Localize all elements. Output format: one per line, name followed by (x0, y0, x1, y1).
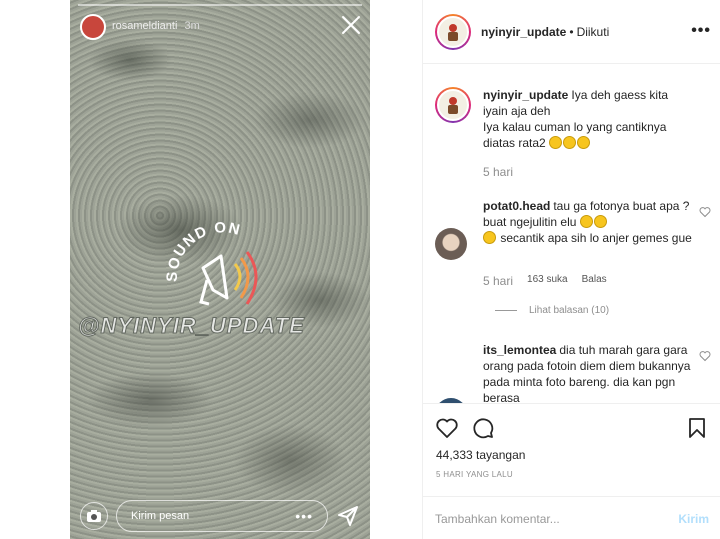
send-icon[interactable] (336, 504, 360, 528)
comment-username[interactable]: potat0.head (483, 199, 550, 213)
comment-likes[interactable]: 163 suka (527, 274, 568, 288)
comment-username[interactable]: nyinyir_update (483, 88, 568, 102)
emoji-icon (563, 136, 577, 149)
profile-picture-icon (448, 24, 458, 41)
reply-button[interactable]: Balas (582, 274, 607, 288)
watermark-text: @NYINYIR_UPDATE (78, 313, 305, 339)
close-icon[interactable] (340, 14, 362, 36)
story-video[interactable]: rosameldianti 3m SOUND ON @NYINYIR_UPDAT… (70, 0, 370, 539)
story-message-input[interactable]: Kirim pesan ••• (116, 500, 328, 532)
story-more-icon[interactable]: ••• (295, 501, 313, 531)
comment-bubble-icon[interactable] (471, 416, 495, 440)
follow-status: Diikuti (576, 25, 610, 39)
avatar[interactable] (435, 14, 471, 50)
sound-on-sticker: SOUND ON (165, 220, 258, 306)
story-username[interactable]: rosameldianti 3m (112, 20, 200, 32)
comment-meta: 5 hari 163 suka Balas (483, 274, 607, 288)
like-heart-icon[interactable] (435, 416, 459, 440)
like-comment-heart-icon[interactable] (699, 350, 711, 362)
comment-meta: 5 hari (483, 165, 513, 179)
camera-icon (87, 510, 101, 522)
avatar[interactable] (435, 87, 471, 123)
story-avatar[interactable] (80, 14, 106, 40)
emoji-icon (593, 215, 607, 228)
comments-list: nyinyir_update Iya deh gaess kita iyain a… (423, 65, 720, 403)
header-username-row[interactable]: nyinyir_update • Diikuti (481, 25, 609, 39)
like-comment-heart-icon[interactable] (699, 206, 711, 218)
more-options-icon[interactable]: ••• (691, 22, 711, 40)
comment-text: nyinyir_update Iya deh gaess kita iyain a… (483, 88, 669, 150)
comment-time[interactable]: 5 hari (483, 165, 513, 179)
emoji-icon (579, 215, 593, 228)
profile-picture-icon (448, 97, 458, 114)
comment-username[interactable]: its_lemontea (483, 343, 556, 357)
post-timestamp: 5 HARI YANG LALU (436, 470, 513, 479)
comment-text: potat0.head tau ga fotonya buat apa ? bua… (483, 199, 692, 245)
comment-time[interactable]: 5 hari (483, 274, 513, 288)
view-replies-button[interactable]: Lihat balasan (10) (495, 305, 609, 316)
emoji-icon (549, 136, 563, 149)
camera-button[interactable] (80, 502, 108, 530)
post-actions: 44,333 tayangan 5 HARI YANG LALU Tambahk… (423, 403, 720, 539)
story-progress-bar (78, 4, 362, 6)
add-comment-bar: Tambahkan komentar... Kirim (423, 496, 720, 539)
avatar[interactable] (435, 228, 467, 260)
post-comment-button[interactable]: Kirim (678, 512, 709, 526)
comment-text: its_lemontea dia tuh marah gara gara oran… (483, 343, 691, 403)
post-panel: nyinyir_update • Diikuti ••• nyinyir_updat… (422, 0, 720, 539)
bookmark-icon[interactable] (685, 416, 709, 440)
comment-input[interactable]: Tambahkan komentar... (435, 512, 560, 526)
divider (495, 310, 517, 311)
post-header: nyinyir_update • Diikuti ••• (423, 0, 720, 64)
emoji-icon (483, 231, 496, 244)
view-count[interactable]: 44,333 tayangan (436, 448, 525, 462)
emoji-icon (577, 136, 591, 149)
